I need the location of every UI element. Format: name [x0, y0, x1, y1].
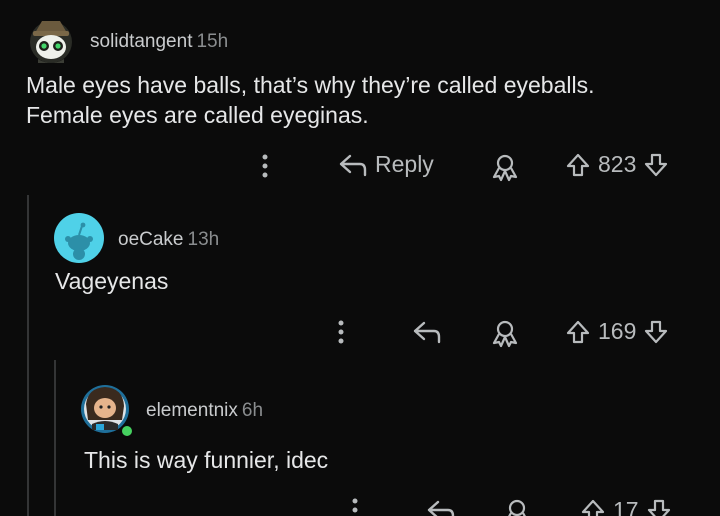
- reply-arrow-icon[interactable]: [426, 499, 456, 516]
- username[interactable]: elementnix: [146, 400, 238, 421]
- username[interactable]: solidtangent: [90, 31, 192, 52]
- vote-score: 17: [613, 497, 639, 516]
- username[interactable]: oeCake: [118, 229, 184, 250]
- more-options-icon[interactable]: [334, 319, 348, 345]
- vote-controls: 823: [565, 151, 669, 178]
- comment-age: 13h: [187, 229, 220, 250]
- upvote-arrow-icon[interactable]: [565, 152, 591, 178]
- more-options-icon[interactable]: [258, 153, 272, 179]
- reply-label: Reply: [375, 151, 434, 177]
- comment-author[interactable]: solidtangent 15h: [90, 31, 228, 53]
- upvote-arrow-icon[interactable]: [565, 319, 591, 345]
- upvote-arrow-icon[interactable]: [580, 498, 606, 516]
- comment: elementnix 6h This is way funnier, idec 1…: [0, 365, 720, 516]
- comment-line: This is way funnier, idec: [84, 447, 329, 473]
- comment-author[interactable]: oeCake 13h: [118, 229, 219, 251]
- comment-body: Male eyes have balls, that’s why they’re…: [26, 70, 595, 130]
- award-icon[interactable]: [502, 497, 532, 516]
- comment-author[interactable]: elementnix 6h: [146, 400, 263, 422]
- comment: solidtangent 15h Male eyes have balls, th…: [0, 0, 720, 195]
- vote-controls: 17: [580, 497, 672, 516]
- avatar[interactable]: [26, 15, 76, 65]
- comment: oeCake 13h Vageyenas 169: [0, 195, 720, 365]
- downvote-arrow-icon[interactable]: [643, 319, 669, 345]
- online-status-indicator: [120, 424, 134, 438]
- vote-score: 823: [598, 151, 637, 177]
- reply-arrow-icon: [338, 153, 368, 177]
- downvote-arrow-icon[interactable]: [646, 498, 672, 516]
- default-snoo-avatar-icon: [54, 213, 104, 263]
- comment-line: Female eyes are called eyeginas.: [26, 102, 369, 128]
- award-icon[interactable]: [490, 318, 520, 348]
- comment-line: Male eyes have balls, that’s why they’re…: [26, 72, 595, 98]
- avatar[interactable]: [80, 380, 134, 438]
- reply-arrow-icon[interactable]: [412, 320, 442, 344]
- comment-age: 6h: [241, 400, 264, 421]
- comment-age: 15h: [196, 31, 229, 52]
- comment-body: This is way funnier, idec: [84, 445, 328, 475]
- comment-line: Vageyenas: [55, 268, 169, 294]
- award-icon[interactable]: [490, 152, 520, 182]
- avatar[interactable]: [54, 213, 104, 263]
- downvote-arrow-icon[interactable]: [643, 152, 669, 178]
- reply-button[interactable]: Reply: [338, 151, 434, 178]
- vote-score: 169: [598, 318, 637, 344]
- comment-body: Vageyenas: [55, 266, 168, 296]
- vote-controls: 169: [565, 318, 669, 345]
- more-options-icon[interactable]: [348, 497, 362, 516]
